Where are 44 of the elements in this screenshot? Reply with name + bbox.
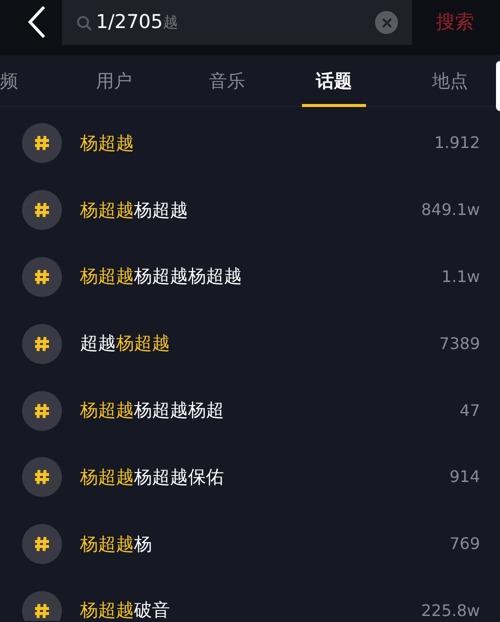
topic-title: 杨超越杨超越杨超 — [80, 399, 224, 424]
search-icon — [76, 14, 92, 30]
topic-title: 杨超越杨 — [80, 532, 152, 557]
topic-row[interactable]: 超越杨超越 7389 — [0, 310, 500, 378]
topic-row[interactable]: 杨超越杨超越 849.1w — [0, 176, 500, 244]
hashtag-icon — [22, 190, 62, 230]
tab[interactable]: 音乐 — [195, 55, 259, 107]
hashtag-icon — [22, 524, 62, 564]
image-counter: 1/2705 — [96, 10, 163, 36]
topic-row[interactable]: 杨超越杨 769 — [0, 510, 500, 578]
hashtag-icon — [22, 123, 62, 164]
topic-row[interactable]: 杨超越杨超越保佑 914 — [0, 444, 500, 511]
topic-title: 杨超越杨超越杨超越 — [80, 265, 242, 290]
view-count: 1.912 — [434, 132, 480, 154]
topic-title: 杨超越 — [80, 132, 134, 156]
search-field[interactable]: 1/2705越 — [62, 0, 412, 45]
topic-row[interactable]: 杨超越杨超越杨超越 1.1w — [0, 244, 500, 310]
hashtag-icon — [22, 324, 62, 364]
tab[interactable]: 频 — [0, 55, 18, 107]
tab[interactable]: 地点 — [418, 55, 482, 107]
topic-title: 杨超越杨超越保佑 — [80, 466, 224, 490]
search-text: 越 — [162, 12, 178, 34]
hashtag-icon — [22, 457, 62, 498]
view-count: 849.1w — [421, 199, 480, 222]
hashtag-icon — [22, 590, 62, 621]
topic-title: 杨超越破音 — [80, 599, 170, 621]
view-count: 769 — [449, 533, 480, 556]
hashtag-icon — [22, 390, 62, 431]
view-count: 914 — [449, 466, 480, 488]
close-icon — [382, 18, 392, 28]
view-count: 1.1w — [441, 266, 480, 288]
clear-button[interactable] — [375, 11, 398, 34]
view-count: 7389 — [439, 332, 480, 355]
topic-row[interactable]: 杨超越破音 225.8w — [0, 578, 500, 621]
topic-title: 杨超越杨超越 — [80, 198, 188, 223]
tab[interactable]: 话题 — [302, 55, 366, 107]
topic-row[interactable]: 杨超越杨超越杨超 47 — [0, 377, 500, 444]
view-count: 225.8w — [421, 600, 480, 621]
hashtag-icon — [22, 256, 62, 297]
view-count: 47 — [460, 400, 480, 422]
scrollbar — [496, 61, 500, 111]
tab[interactable]: 用户 — [82, 55, 146, 107]
topic-title: 超越杨超越 — [80, 332, 170, 356]
topic-row[interactable]: 杨超越 1.912 — [0, 110, 500, 177]
